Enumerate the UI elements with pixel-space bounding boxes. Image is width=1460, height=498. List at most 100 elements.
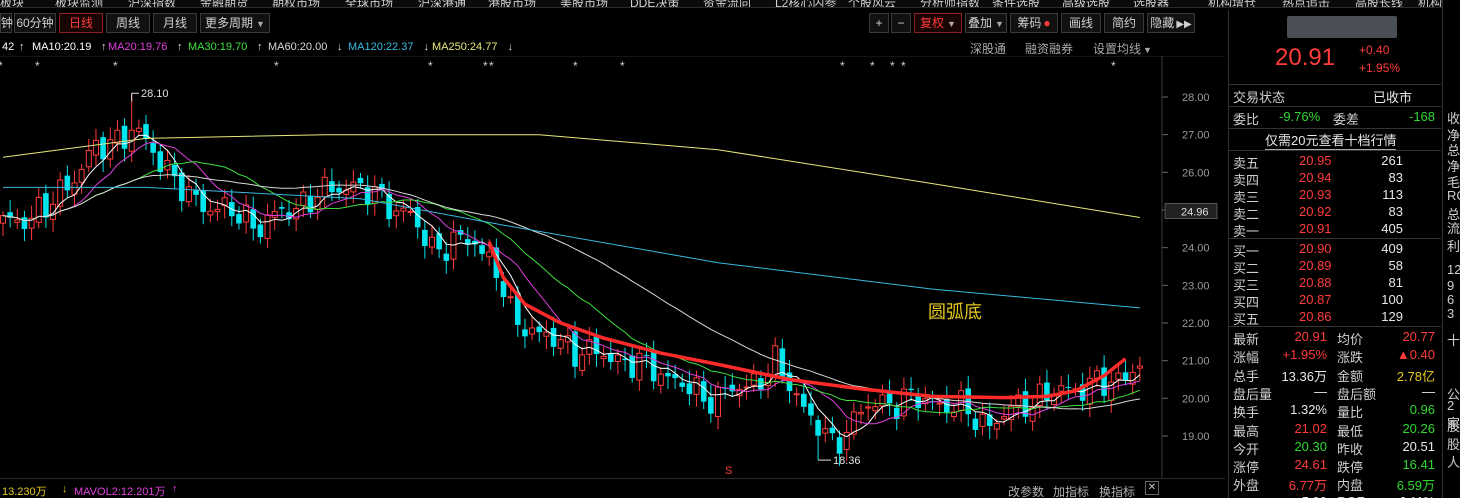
candle-body xyxy=(407,210,414,213)
price-axis-tick: 20.00 xyxy=(1182,393,1210,405)
zoom-in-button[interactable]: + xyxy=(869,13,889,33)
upgrade-promo-link[interactable]: 仅需20元查看十档行情 xyxy=(1265,130,1397,150)
stat-value: +1.95% xyxy=(1282,347,1327,363)
ma-legend-item: MA30:19.70 xyxy=(188,41,248,53)
chevron-down-icon: ▼ xyxy=(1143,45,1152,55)
margin-trading-link[interactable]: 融资融券 xyxy=(1025,40,1073,57)
event-star-icon[interactable]: * xyxy=(901,59,906,73)
top-nav-item[interactable]: 高级选股 xyxy=(1062,0,1110,7)
price-axis-tick: 28.00 xyxy=(1182,92,1210,104)
event-star-icon[interactable]: * xyxy=(0,59,3,73)
price-axis-tick: 21.00 xyxy=(1182,356,1210,368)
top-nav-item[interactable]: 沪深指数 xyxy=(128,0,176,7)
candle-body xyxy=(629,355,635,378)
change-params-link[interactable]: 改参数 xyxy=(1008,483,1044,498)
ma-legend-item: MA120:22.37 xyxy=(348,41,414,53)
quote-row: 最高 21.02 最低 20.26 xyxy=(1233,420,1439,439)
bid-price: 20.89 xyxy=(1299,258,1332,273)
quote-row: 卖一 20.91 405 xyxy=(1233,220,1439,239)
edge-label: 3 xyxy=(1447,306,1455,321)
candlestick-chart[interactable]: ************** 28.0027.0026.0025.0024.00… xyxy=(0,56,1225,478)
volume-value: 13.230万 xyxy=(2,486,47,498)
bid-volume: 58 xyxy=(1388,258,1403,273)
stat-label: 外盘 xyxy=(1233,478,1260,494)
chevron-down-icon: ▼ xyxy=(947,19,956,29)
event-star-icon[interactable]: * xyxy=(573,59,578,73)
stat-value: 20.91 xyxy=(1294,329,1327,344)
candle-body xyxy=(550,327,557,347)
candle-body xyxy=(336,187,342,193)
ma-settings-dropdown[interactable]: 设置均线 ▼ xyxy=(1093,40,1152,57)
add-indicator-link[interactable]: 加指标 xyxy=(1053,483,1089,498)
period-daily[interactable]: 日线 xyxy=(59,13,103,33)
top-nav-item[interactable]: 机构增仓 xyxy=(1208,0,1256,7)
top-nav-item[interactable]: 板块 xyxy=(0,0,24,7)
top-nav-item[interactable]: 港股市场 xyxy=(488,0,536,7)
period-minute-partial[interactable]: 钟 xyxy=(0,13,13,33)
event-star-icon[interactable]: * xyxy=(620,59,625,73)
top-nav-item[interactable]: 选股器 xyxy=(1133,0,1169,7)
period-60min[interactable]: 60分钟 xyxy=(14,13,56,33)
candle-body xyxy=(557,339,564,349)
event-star-icon[interactable]: * xyxy=(274,59,279,73)
stat-label: 涨跌 xyxy=(1337,350,1364,366)
candle-body xyxy=(614,354,621,363)
period-weekly[interactable]: 周线 xyxy=(106,13,150,33)
stock-connect-link[interactable]: 深股通 xyxy=(970,40,1006,57)
close-icon[interactable]: ✕ xyxy=(1145,481,1159,495)
switch-indicator-link[interactable]: 换指标 xyxy=(1099,483,1135,498)
overlay-dropdown[interactable]: 叠加 ▼ xyxy=(965,13,1007,33)
candle-body xyxy=(178,172,185,202)
candle-body xyxy=(357,177,364,184)
candle-body xyxy=(0,215,6,224)
more-periods-dropdown[interactable]: 更多周期 ▼ xyxy=(200,13,270,33)
event-star-icon[interactable]: * xyxy=(428,59,433,73)
quote-row: 买五 20.86 129 xyxy=(1233,308,1439,327)
top-nav-item[interactable]: 全球市场 xyxy=(345,0,393,7)
candle-body xyxy=(600,355,607,360)
top-nav-item[interactable]: 金融期货 xyxy=(200,0,248,7)
adjust-dropdown[interactable]: 复权 ▼ xyxy=(914,13,962,33)
top-nav-item[interactable]: DDE决策 xyxy=(630,0,679,7)
zoom-out-button[interactable]: − xyxy=(891,13,911,33)
top-nav-item[interactable]: 期权市场 xyxy=(272,0,320,7)
top-nav-item[interactable]: 板块监测 xyxy=(55,0,103,7)
event-star-icon[interactable]: * xyxy=(35,59,40,73)
chips-button[interactable]: 筹码 ● xyxy=(1010,13,1058,33)
candle-body xyxy=(121,125,128,149)
top-nav-item[interactable]: L2核心内参 xyxy=(775,0,836,7)
event-star-icon[interactable]: * xyxy=(489,59,494,73)
event-star-icon[interactable]: * xyxy=(113,59,118,73)
top-nav-item[interactable]: 条件选股 xyxy=(992,0,1040,7)
ma60-line xyxy=(2,174,1140,410)
top-nav-item[interactable]: 沪深港通 xyxy=(418,0,466,7)
ma-settings-label: 设置均线 xyxy=(1093,42,1142,56)
stat-label: 昨收 xyxy=(1337,441,1364,457)
event-star-icon[interactable]: * xyxy=(840,59,845,73)
top-nav-item[interactable]: 分析师指数 xyxy=(920,0,980,7)
order-ratio-value: -9.76% xyxy=(1279,109,1321,124)
top-nav-item[interactable]: 资金流向 xyxy=(703,0,751,7)
top-nav-item[interactable]: 个股风云 xyxy=(848,0,896,7)
candle-body xyxy=(507,296,514,299)
event-star-icon[interactable]: * xyxy=(483,59,488,73)
event-star-icon[interactable]: * xyxy=(1111,59,1116,73)
draw-line-button[interactable]: 画线 xyxy=(1061,13,1101,33)
current-price: 20.91 xyxy=(1275,44,1336,71)
quote-row: 卖四 20.94 83 xyxy=(1233,169,1439,188)
event-star-icon[interactable]: * xyxy=(890,59,895,73)
period-monthly[interactable]: 月线 xyxy=(153,13,197,33)
chevron-down-icon: ▼ xyxy=(256,19,265,29)
simple-mode-button[interactable]: 简约 xyxy=(1104,13,1144,33)
divider xyxy=(1229,238,1441,239)
candle-body xyxy=(822,428,829,434)
quote-row: 最新 20.91 均价 20.77 xyxy=(1233,328,1439,347)
top-nav-item[interactable]: 高股长线 xyxy=(1355,0,1403,7)
hide-panel-button[interactable]: 隐藏 ▶▶ xyxy=(1147,13,1195,33)
event-star-icon[interactable]: * xyxy=(870,59,875,73)
stat-label: 总手 xyxy=(1233,368,1260,384)
top-nav-item[interactable]: 美股市场 xyxy=(560,0,608,7)
top-nav-item[interactable]: 热点追击 xyxy=(1282,0,1330,7)
stat-label: 最低 xyxy=(1337,423,1364,439)
ask-volume: 405 xyxy=(1381,221,1403,236)
